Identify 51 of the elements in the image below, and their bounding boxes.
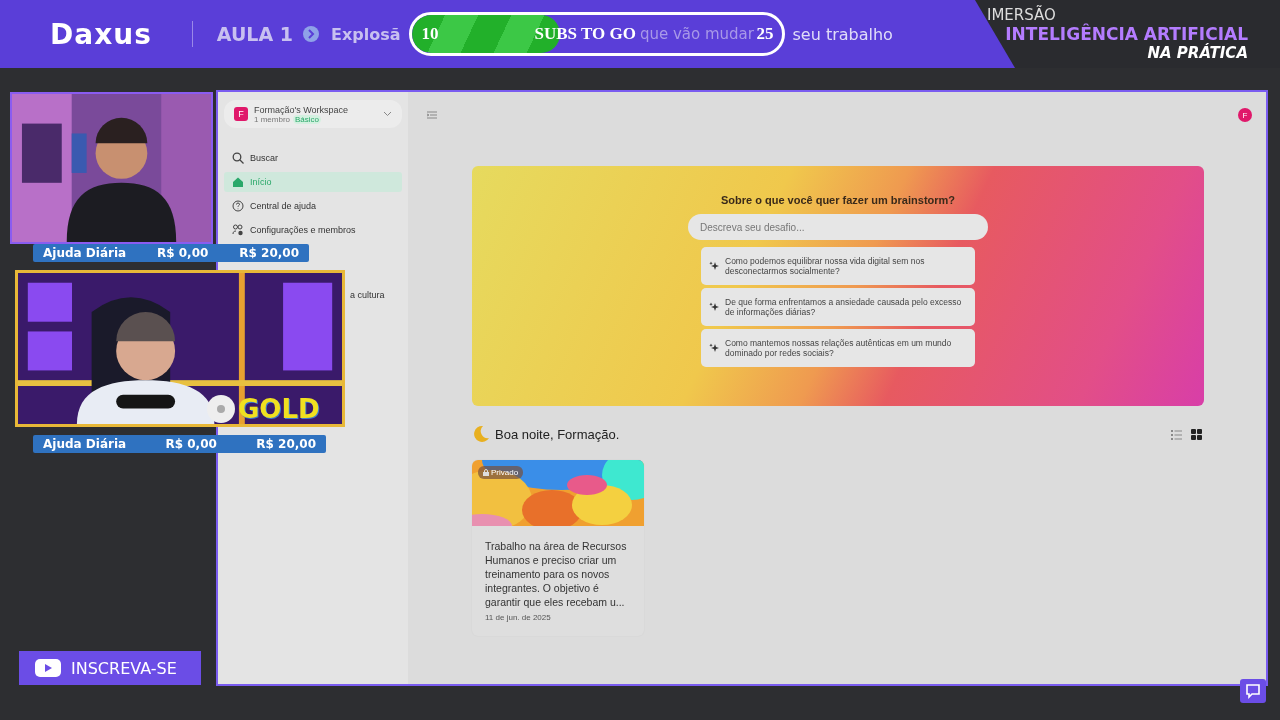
banner-title: Sobre o que você quer fazer um brainstorm? — [720, 194, 956, 206]
logo: Daxus — [50, 17, 152, 51]
sidebar-item[interactable]: Central de ajuda — [224, 196, 402, 216]
chat-icon[interactable] — [1240, 679, 1266, 703]
challenge-input[interactable]: Descreva seu desafio... — [688, 214, 988, 240]
settings-icon — [232, 224, 244, 236]
suggestion-button[interactable]: Como podemos equilibrar nossa vida digital sem nos desconectarmos socialmente? — [701, 247, 975, 285]
grid-view-button[interactable] — [1189, 426, 1204, 442]
workspace-name: Formação's Workspace — [254, 104, 349, 115]
subs-count: 10 — [421, 24, 439, 44]
lesson-title: Explosã — [331, 24, 401, 44]
donation-label: Ajuda Diária — [43, 437, 127, 451]
recent-item[interactable]: a cultura — [350, 290, 385, 300]
member-count: 1 membro — [254, 114, 290, 124]
lesson-label: AULA 1 — [216, 23, 293, 45]
sparkle-icon — [709, 302, 719, 312]
help-icon — [232, 200, 244, 212]
series-title: INTELIGÊNCIA ARTIFICIAL — [1005, 24, 1248, 44]
chevron-icon — [383, 111, 392, 117]
lock-icon — [483, 469, 489, 476]
sparkle-icon — [709, 343, 719, 353]
lesson-title: que vão mudar — [639, 25, 754, 43]
donation-raised: R$ 0,00 — [165, 437, 217, 451]
series-label: IMERSÃO — [987, 6, 1056, 24]
greeting: Boa noite, Formação. — [495, 426, 620, 442]
brainstorm-card[interactable]: Privado Trabalho na área de Recursos Humanos e preciso criar um treinamento para os novos integrantes. O objetivo é garantir que eles recebam u... 11 de jun. de 2025 — [472, 460, 644, 636]
plan-badge: Básico — [293, 114, 322, 124]
home-icon — [232, 176, 244, 188]
card-date: 11 de jun. de 2025 — [484, 612, 552, 624]
sparkle-icon — [709, 261, 719, 271]
sidebar-item[interactable]: Configurações e membros — [224, 220, 402, 240]
workspace-avatar: F — [234, 107, 248, 121]
donation-goal: R$ 20,00 — [256, 437, 316, 451]
play-icon — [35, 659, 61, 677]
sidebar-item[interactable]: Buscar — [224, 148, 402, 168]
user-avatar[interactable]: F — [1238, 108, 1252, 122]
donation-label: Ajuda Diária — [43, 246, 127, 260]
subs-target: 25 — [756, 24, 774, 44]
private-badge: Privado — [478, 466, 524, 479]
suggestion-button[interactable]: De que forma enfrentamos a ansiedade causada pelo excesso de informações diárias? — [701, 288, 975, 326]
series-subtitle: NA PRÁTICA — [1147, 44, 1248, 62]
disc-icon — [206, 394, 236, 424]
donation-goal: R$ 20,00 — [239, 246, 299, 260]
workspace-switcher[interactable]: F Formação's Workspace 1 membro Básico — [224, 100, 402, 128]
suggestion-button[interactable]: Como mantemos nossas relações autênticas em um mundo dominado por redes sociais? — [701, 329, 975, 367]
subscribe-button[interactable]: INSCREVA-SE — [19, 651, 201, 685]
card-text: Trabalho na área de Recursos Humanos e preciso criar um treinamento para os novos integrantes. O objetivo é garantir que eles recebam u... — [484, 539, 628, 609]
moon-icon — [472, 425, 490, 443]
lesson-title: seu trabalho — [792, 24, 893, 44]
donation-raised: R$ 0,00 — [157, 246, 209, 260]
search-icon — [232, 152, 244, 164]
